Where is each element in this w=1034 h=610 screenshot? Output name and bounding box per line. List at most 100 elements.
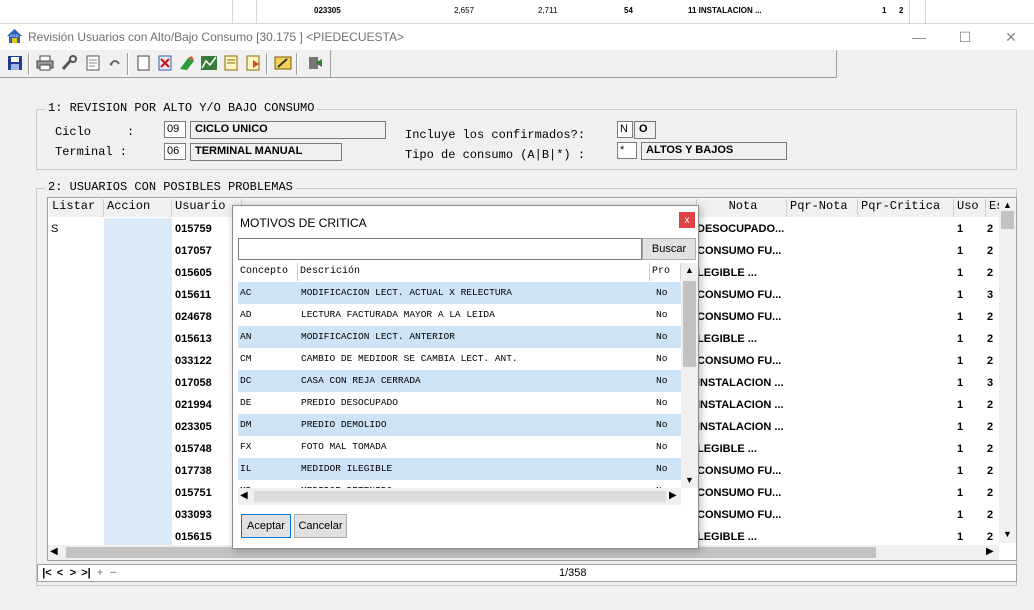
tools-icon[interactable]: [58, 52, 80, 74]
page-icon[interactable]: [220, 52, 242, 74]
cell-pqr-critica[interactable]: [858, 416, 954, 438]
cell-accion[interactable]: [104, 416, 172, 438]
exit-icon[interactable]: [304, 52, 326, 74]
dialog-search-input[interactable]: [238, 238, 642, 260]
pencil-icon[interactable]: [272, 52, 294, 74]
cell-listar[interactable]: [51, 350, 101, 372]
list-item[interactable]: AC MODIFICACION LECT. ACTUAL X RELECTURA N…: [238, 282, 681, 304]
cell-accion[interactable]: [104, 240, 172, 262]
list-item[interactable]: IL MEDIDOR ILEGIBLE No: [238, 458, 681, 480]
column-header-nota[interactable]: Nota: [697, 199, 787, 217]
last-record-button[interactable]: >|: [80, 566, 92, 580]
title-bar[interactable]: ESD Revisión Usuarios con Alto/Bajo Cons…: [0, 24, 1034, 50]
cell-nota[interactable]: LEGIBLE ...: [697, 438, 787, 460]
column-header-pqr-nota[interactable]: Pqr-Nota: [787, 199, 858, 217]
cell-nota[interactable]: CONSUMO FU...: [697, 460, 787, 482]
cell-listar[interactable]: [51, 262, 101, 284]
chart-icon[interactable]: [198, 52, 220, 74]
cell-nota[interactable]: INSTALACION ...: [697, 416, 787, 438]
cell-pqr-nota[interactable]: [787, 372, 858, 394]
maximize-button[interactable]: ☐: [942, 24, 988, 50]
column-header-descripcion[interactable]: Descrición: [298, 263, 650, 281]
list-item[interactable]: CM CAMBIO DE MEDIDOR SE CAMBIA LECT. ANT.…: [238, 348, 681, 370]
cell-listar[interactable]: [51, 328, 101, 350]
cell-pqr-critica[interactable]: [858, 482, 954, 504]
dialog-horizontal-scrollbar[interactable]: ◀ ▶: [238, 488, 681, 505]
column-header-accion[interactable]: Accion: [104, 199, 172, 217]
cell-listar[interactable]: [51, 438, 101, 460]
cell-accion[interactable]: [104, 460, 172, 482]
cell-nota[interactable]: LEGIBLE ...: [697, 262, 787, 284]
add-record-button[interactable]: +: [94, 566, 106, 580]
cell-pqr-nota[interactable]: [787, 416, 858, 438]
list-item[interactable]: DE PREDIO DESOCUPADO No: [238, 392, 681, 414]
cell-listar[interactable]: S: [51, 218, 101, 240]
cell-pqr-nota[interactable]: [787, 262, 858, 284]
cell-pqr-critica[interactable]: [858, 394, 954, 416]
cell-pqr-critica[interactable]: [858, 438, 954, 460]
cell-accion[interactable]: [104, 262, 172, 284]
cell-pqr-nota[interactable]: [787, 240, 858, 262]
scroll-left-icon[interactable]: ◀: [50, 546, 58, 557]
cell-uso[interactable]: 1: [957, 460, 985, 482]
cell-accion[interactable]: [104, 438, 172, 460]
cell-nota[interactable]: LEGIBLE ...: [697, 328, 787, 350]
undo-icon[interactable]: [104, 52, 126, 74]
ciclo-code-field[interactable]: 09: [164, 121, 186, 138]
cell-uso[interactable]: 1: [957, 372, 985, 394]
column-header-pqr-critica[interactable]: Pqr-Critica: [858, 199, 954, 217]
cell-uso[interactable]: 1: [957, 394, 985, 416]
cell-pqr-critica[interactable]: [858, 328, 954, 350]
list-item[interactable]: DC CASA CON REJA CERRADA No: [238, 370, 681, 392]
next-record-button[interactable]: >: [67, 566, 79, 580]
confirmados-code-field[interactable]: N: [617, 121, 633, 138]
cell-uso[interactable]: 1: [957, 262, 985, 284]
cell-nota[interactable]: INSTALACION ...: [697, 394, 787, 416]
cell-pqr-critica[interactable]: [858, 240, 954, 262]
cell-listar[interactable]: [51, 394, 101, 416]
list-item[interactable]: AN MODIFICACION LECT. ANTERIOR No: [238, 326, 681, 348]
list-item[interactable]: AD LECTURA FACTURADA MAYOR A LA LEIDA No: [238, 304, 681, 326]
cell-nota[interactable]: CONSUMO FU...: [697, 350, 787, 372]
scroll-down-icon[interactable]: ▼: [1003, 529, 1012, 539]
scroll-right-icon[interactable]: ▶: [669, 490, 677, 501]
cell-accion[interactable]: [104, 504, 172, 526]
cell-listar[interactable]: [51, 372, 101, 394]
cell-pqr-critica[interactable]: [858, 372, 954, 394]
cell-uso[interactable]: 1: [957, 306, 985, 328]
scroll-up-icon[interactable]: ▲: [1003, 200, 1012, 210]
cell-nota[interactable]: CONSUMO FU...: [697, 284, 787, 306]
scroll-up-icon[interactable]: ▲: [685, 265, 694, 275]
column-header-uso[interactable]: Uso: [954, 199, 986, 217]
prev-record-button[interactable]: <: [54, 566, 66, 580]
terminal-code-field[interactable]: 06: [164, 143, 186, 160]
print-icon[interactable]: [34, 52, 56, 74]
cell-pqr-nota[interactable]: [787, 328, 858, 350]
scroll-thumb[interactable]: [683, 281, 696, 367]
cell-nota[interactable]: CONSUMO FU...: [697, 504, 787, 526]
column-header-pro[interactable]: Pro: [650, 263, 681, 281]
cell-uso[interactable]: 1: [957, 240, 985, 262]
cell-accion[interactable]: [104, 482, 172, 504]
grid-vertical-scrollbar[interactable]: ▲ ▼: [999, 199, 1016, 543]
cell-uso[interactable]: 1: [957, 482, 985, 504]
motivos-list[interactable]: Concepto Descrición Pro AC MODIFICACION L…: [238, 263, 681, 500]
export-icon[interactable]: [242, 52, 264, 74]
close-button[interactable]: ✕: [988, 24, 1034, 50]
column-header-listar[interactable]: Listar: [49, 199, 104, 217]
cancelar-button[interactable]: Cancelar: [294, 514, 347, 538]
new-icon[interactable]: [132, 52, 154, 74]
cell-accion[interactable]: [104, 284, 172, 306]
cell-pqr-critica[interactable]: [858, 262, 954, 284]
cell-pqr-critica[interactable]: [858, 284, 954, 306]
cell-accion[interactable]: [104, 394, 172, 416]
cell-uso[interactable]: 1: [957, 350, 985, 372]
cell-uso[interactable]: 1: [957, 218, 985, 240]
cell-accion[interactable]: [104, 306, 172, 328]
dialog-vertical-scrollbar[interactable]: ▲ ▼: [681, 263, 698, 488]
edit-icon[interactable]: [176, 52, 198, 74]
cell-uso[interactable]: 1: [957, 328, 985, 350]
scroll-left-icon[interactable]: ◀: [240, 490, 248, 501]
cell-pqr-nota[interactable]: [787, 460, 858, 482]
cell-listar[interactable]: [51, 284, 101, 306]
